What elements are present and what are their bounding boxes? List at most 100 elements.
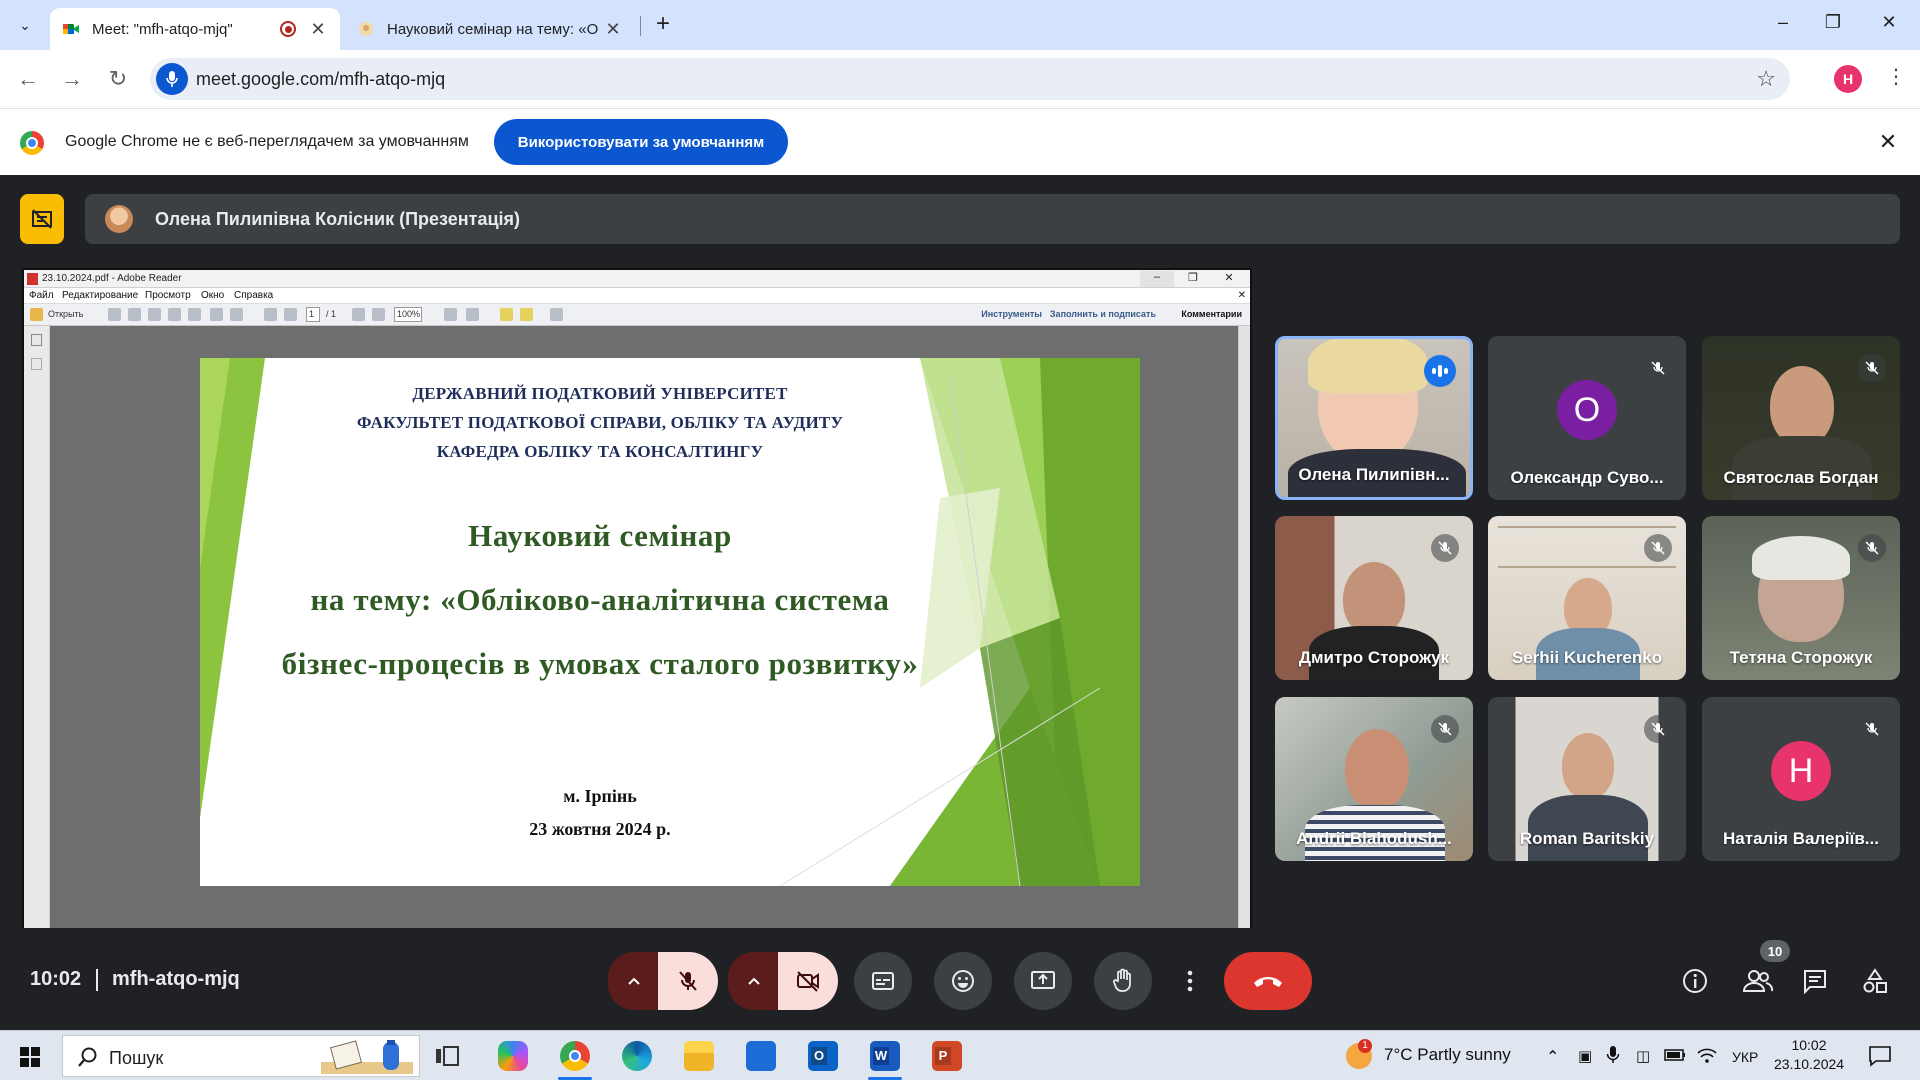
toolbar-icon[interactable] (108, 308, 121, 321)
taskbar-search[interactable]: Пошук (62, 1035, 420, 1077)
meeting-details-icon[interactable] (1680, 966, 1710, 996)
set-default-button[interactable]: Використовувати за умовчанням (494, 119, 788, 165)
close-tab-icon[interactable]: ✕ (603, 19, 623, 40)
fit-page-icon[interactable] (444, 308, 457, 321)
participant-tile[interactable]: Serhii Kucherenko (1488, 516, 1686, 680)
highlight-icon[interactable] (520, 308, 533, 321)
close-infobar-icon[interactable]: ✕ (1876, 129, 1900, 155)
attachments-icon[interactable] (31, 358, 42, 370)
reactions-button[interactable] (934, 952, 992, 1010)
back-icon[interactable]: ← (14, 66, 42, 92)
screen-share-tray-icon[interactable]: ◫ (1636, 1047, 1650, 1065)
open-label[interactable]: Открыть (48, 309, 83, 319)
chat-icon[interactable] (1800, 966, 1830, 996)
close-window-icon[interactable]: ✕ (1874, 12, 1904, 33)
restore-icon[interactable]: ❐ (1818, 12, 1848, 33)
presentation-icon[interactable] (20, 194, 64, 244)
raise-hand-button[interactable] (1094, 952, 1152, 1010)
leave-call-button[interactable] (1224, 952, 1312, 1010)
toolbar-icon[interactable] (168, 308, 181, 321)
microphone-icon[interactable] (156, 63, 188, 95)
chrome-menu-icon[interactable]: ⋮ (1886, 64, 1906, 89)
chrome-taskbar-icon[interactable] (560, 1041, 590, 1071)
word-icon[interactable]: W (870, 1041, 900, 1071)
page-down-icon[interactable] (284, 308, 297, 321)
fullscreen-icon[interactable] (550, 308, 563, 321)
tab-seminar[interactable]: Науковий семінар на тему: «О ✕ (345, 8, 635, 50)
participant-tile[interactable]: Святослав Богдан (1702, 336, 1900, 500)
participant-tile[interactable]: Тетяна Сторожук (1702, 516, 1900, 680)
tray-chevron-icon[interactable]: ⌃ (1546, 1047, 1559, 1067)
task-view-icon[interactable] (434, 1041, 462, 1071)
page-number-input[interactable]: 1 (306, 307, 320, 322)
profile-avatar[interactable]: H (1834, 65, 1862, 93)
weather-text[interactable]: 7°C Partly sunny (1384, 1045, 1511, 1065)
zoom-in-icon[interactable] (372, 308, 385, 321)
microphone-toggle-button[interactable] (658, 952, 718, 1010)
reader-menu-item[interactable]: Окно (201, 290, 224, 301)
wifi-icon[interactable] (1696, 1045, 1718, 1065)
captions-button[interactable] (854, 952, 912, 1010)
system-clock[interactable]: 10:02 23.10.2024 (1774, 1036, 1844, 1074)
reader-scrollbar[interactable] (1238, 326, 1250, 928)
reader-menu-item[interactable]: Файл (29, 290, 54, 301)
address-bar[interactable]: meet.google.com/mfh-atqo-mjq ☆ (150, 58, 1790, 100)
notifications-icon[interactable] (1868, 1045, 1892, 1067)
zoom-input[interactable]: 100% (394, 307, 422, 322)
battery-icon[interactable] (1664, 1049, 1686, 1061)
tools-tab[interactable]: Инструменты (981, 309, 1042, 319)
tab-search-chevron-icon[interactable]: ⌄ (10, 10, 40, 40)
people-icon[interactable] (1740, 966, 1776, 996)
reader-close-icon[interactable]: ✕ (1212, 271, 1246, 287)
tab-meet[interactable]: Meet: "mfh-atqo-mjq" ✕ (50, 8, 340, 50)
toolbar-icon[interactable] (148, 308, 161, 321)
page-up-icon[interactable] (264, 308, 277, 321)
participant-tile[interactable]: Andrii Blahodush... (1275, 697, 1473, 861)
forward-icon[interactable]: → (58, 66, 86, 92)
email-icon[interactable] (230, 308, 243, 321)
toolbar-icon[interactable] (188, 308, 201, 321)
audio-options-button[interactable] (608, 952, 660, 1010)
copilot-icon[interactable] (498, 1041, 528, 1071)
powerpoint-icon[interactable]: P (932, 1041, 962, 1071)
outlook-icon[interactable]: O (808, 1041, 838, 1071)
reader-menu-item[interactable]: Редактирование (62, 290, 138, 301)
participant-tile[interactable]: Н Наталія Валеріїв... (1702, 697, 1900, 861)
reader-minimize-icon[interactable]: – (1140, 271, 1174, 287)
camera-tray-icon[interactable]: ▣ (1578, 1047, 1592, 1065)
participant-tile[interactable]: Дмитро Сторожук (1275, 516, 1473, 680)
minimize-icon[interactable]: – (1768, 12, 1798, 33)
microsoft-store-icon[interactable] (746, 1041, 776, 1071)
input-language[interactable]: УКР (1732, 1049, 1758, 1065)
fit-width-icon[interactable] (466, 308, 479, 321)
reader-doc-close-icon[interactable]: ✕ (1238, 290, 1246, 301)
toolbar-icon[interactable] (128, 308, 141, 321)
reader-menu-item[interactable]: Справка (234, 290, 273, 301)
participant-tile[interactable]: Олена Пилипівн... (1275, 336, 1473, 500)
weather-icon[interactable]: 1 (1346, 1039, 1372, 1069)
comments-tab[interactable]: Комментарии (1181, 309, 1242, 319)
fill-sign-tab[interactable]: Заполнить и подписать (1050, 309, 1156, 319)
windows-start-icon[interactable] (20, 1047, 40, 1067)
page-thumbnails-icon[interactable] (31, 334, 42, 346)
microphone-tray-icon[interactable] (1606, 1045, 1620, 1065)
video-options-button[interactable] (728, 952, 780, 1010)
file-explorer-icon[interactable] (684, 1041, 714, 1071)
reader-menu-item[interactable]: Просмотр (145, 290, 191, 301)
more-options-button[interactable] (1170, 952, 1210, 1010)
present-screen-button[interactable] (1014, 952, 1072, 1010)
participant-tile[interactable]: O Олександр Суво... (1488, 336, 1686, 500)
participant-tile[interactable]: Roman Baritskiy (1488, 697, 1686, 861)
folder-icon[interactable] (30, 308, 43, 321)
activities-icon[interactable] (1860, 966, 1890, 996)
bookmark-star-icon[interactable]: ☆ (1756, 66, 1776, 92)
print-icon[interactable] (210, 308, 223, 321)
camera-toggle-button[interactable] (778, 952, 838, 1010)
reload-icon[interactable]: ↻ (104, 66, 132, 92)
comment-icon[interactable] (500, 308, 513, 321)
zoom-out-icon[interactable] (352, 308, 365, 321)
edge-icon[interactable] (622, 1041, 652, 1071)
reader-restore-icon[interactable]: ❐ (1176, 271, 1210, 287)
close-tab-icon[interactable]: ✕ (308, 19, 328, 40)
new-tab-icon[interactable]: + (650, 12, 676, 38)
